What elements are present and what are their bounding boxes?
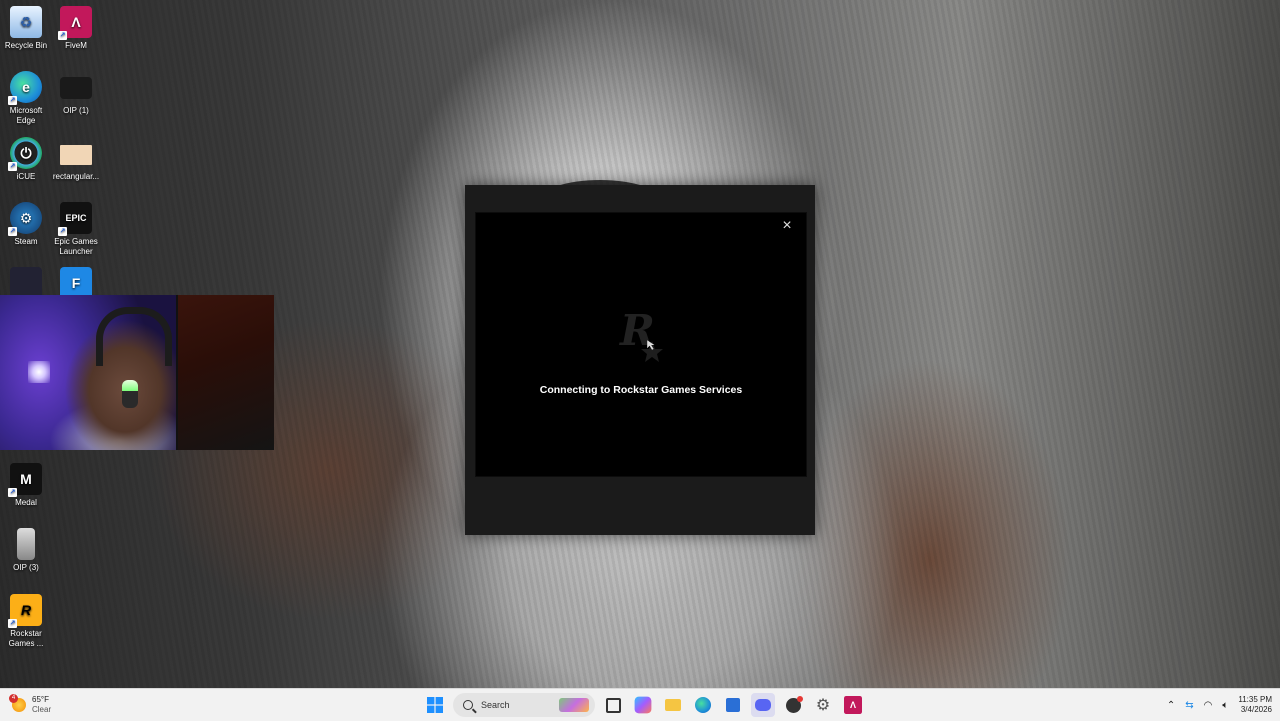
desktop-icon-partial[interactable]	[0, 267, 52, 295]
store-button[interactable]	[721, 693, 745, 717]
taskbar-search[interactable]: Search	[453, 693, 595, 717]
search-highlight-icon	[559, 698, 589, 712]
taskbar: 4 65°F Clear Search ⚙ Λ ⌃ ⇆ ◠ 🔈︎ 11:35 P…	[0, 688, 1280, 721]
desktop-icon-rockstar[interactable]: R ↗ Rockstar Games ...	[0, 594, 52, 649]
connection-status-text: Connecting to Rockstar Games Services	[539, 384, 743, 396]
webcam-light	[28, 361, 50, 383]
desktop-icon-label: Steam	[14, 237, 38, 246]
desktop-icon-steam[interactable]: ⚙ ↗ Steam	[0, 202, 52, 247]
discord-button[interactable]	[751, 693, 775, 717]
weather-desc: Clear	[32, 705, 52, 714]
epic-games-icon: EPIC ↗	[58, 202, 92, 236]
settings-icon: ⚙	[815, 697, 831, 714]
desktop-icon-label: iCUE	[16, 172, 36, 181]
taskbar-pinned-apps: Search ⚙ Λ	[423, 692, 865, 718]
image-file-icon	[60, 77, 92, 99]
desktop-icon-partial-2[interactable]: F	[50, 267, 102, 295]
chevron-up-icon[interactable]: ⌃	[1167, 700, 1175, 711]
app-icon: F	[60, 267, 92, 295]
webcam-overlay	[0, 295, 274, 450]
search-placeholder: Search	[481, 700, 510, 710]
steam-icon: ⚙ ↗	[8, 202, 42, 236]
close-button[interactable]: ×	[778, 217, 796, 235]
desktop-icon-rectangular[interactable]: rectangular...	[50, 137, 102, 182]
obs-icon	[785, 695, 803, 713]
weather-widget[interactable]: 4 65°F Clear	[9, 693, 52, 717]
image-file-icon	[17, 528, 35, 560]
desktop-icon-oip-1[interactable]: OIP (1)	[50, 71, 102, 116]
desktop-icon-label: FiveM	[65, 41, 87, 50]
edge-taskbar-button[interactable]	[691, 693, 715, 717]
recycle-bin-icon: ♻	[10, 6, 42, 38]
rockstar-launcher-dialog: × R Connecting to Rockstar Games Service…	[465, 185, 815, 535]
desktop-icon-label: Microsoft Edge	[9, 106, 43, 125]
app-icon	[10, 267, 42, 295]
desktop-icon-label: Recycle Bin	[4, 41, 48, 50]
clock-date: 3/4/2026	[1240, 705, 1272, 714]
fivem-icon: Λ ↗	[58, 6, 92, 40]
rockstar-logo-icon: R	[619, 306, 663, 362]
wifi-icon[interactable]: ◠	[1204, 700, 1213, 711]
desktop-icon-label: OIP (3)	[13, 563, 39, 572]
store-icon	[726, 698, 740, 712]
settings-button[interactable]: ⚙	[811, 693, 835, 717]
edge-icon	[695, 697, 711, 713]
webcam-microphone	[122, 380, 138, 408]
windows-start-icon	[427, 697, 443, 713]
desktop-icon-icue[interactable]: ⏻ ↗ iCUE	[0, 137, 52, 182]
fivem-icon: Λ	[849, 699, 856, 711]
desktop-icon-label: Rockstar Games ...	[8, 629, 44, 648]
rockstar-icon: R ↗	[8, 594, 42, 628]
copilot-button[interactable]	[634, 696, 652, 714]
volume-icon[interactable]: 🔈︎	[1222, 700, 1228, 711]
desktop-icon-label: OIP (1)	[63, 106, 89, 115]
desktop-icon-recycle-bin[interactable]: ♻ Recycle Bin	[0, 6, 52, 51]
webcam-headset	[96, 307, 172, 366]
search-icon	[463, 700, 473, 710]
task-view-button[interactable]	[601, 693, 625, 717]
fivem-taskbar-button[interactable]: Λ	[844, 696, 862, 714]
icue-icon: ⏻ ↗	[8, 137, 42, 171]
start-button[interactable]	[423, 693, 447, 717]
clock-time: 11:35 PM	[1238, 695, 1272, 704]
notification-badge: 4	[9, 694, 18, 703]
desktop-icon-medal[interactable]: M ↗ Medal	[0, 463, 52, 508]
desktop-icon-epic-games[interactable]: EPIC ↗ Epic Games Launcher	[50, 202, 102, 257]
file-explorer-button[interactable]	[661, 693, 685, 717]
weather-temp: 65°F	[32, 695, 49, 704]
desktop-icon-edge[interactable]: e ↗ Microsoft Edge	[0, 71, 52, 126]
weather-icon: 4	[9, 694, 26, 712]
medal-icon: M ↗	[8, 463, 42, 497]
obs-button[interactable]	[781, 693, 805, 717]
edge-icon: e ↗	[8, 71, 42, 105]
desktop-icon-label: Epic Games Launcher	[54, 237, 98, 256]
system-tray: ⌃ ⇆ ◠ 🔈︎ 11:35 PM 3/4/2026	[1167, 693, 1272, 717]
webcam-background-panel	[176, 295, 274, 450]
discord-icon	[755, 699, 771, 711]
image-file-icon	[60, 145, 92, 165]
task-view-icon	[605, 697, 621, 713]
network-icon[interactable]: ⇆	[1185, 700, 1193, 711]
folder-icon	[665, 699, 681, 711]
desktop-icon-oip-3[interactable]: OIP (3)	[0, 528, 52, 573]
desktop-icon-label: Medal	[15, 498, 37, 507]
dialog-content: × R Connecting to Rockstar Games Service…	[475, 212, 807, 477]
desktop-icon-fivem[interactable]: Λ ↗ FiveM	[50, 6, 102, 51]
desktop-icon-label: rectangular...	[52, 172, 100, 181]
clock[interactable]: 11:35 PM 3/4/2026	[1238, 695, 1272, 715]
